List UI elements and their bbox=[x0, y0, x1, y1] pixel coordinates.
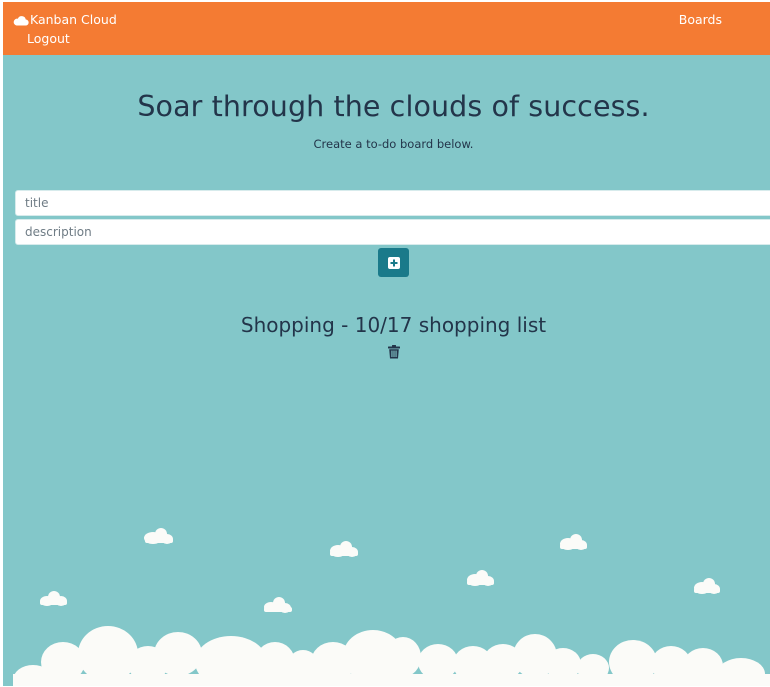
app-frame: Kanban Cloud Boards Logout Soar through … bbox=[3, 2, 770, 686]
small-cloud-icon bbox=[694, 578, 720, 594]
small-cloud-icon bbox=[330, 541, 358, 557]
clouds-decoration bbox=[13, 528, 770, 686]
small-cloud-icon bbox=[144, 528, 173, 544]
small-cloud-icon bbox=[467, 570, 494, 586]
small-cloud-icon bbox=[40, 591, 67, 606]
small-cloud-icon bbox=[560, 534, 587, 550]
cloud-bank bbox=[13, 626, 770, 686]
small-cloud-icon bbox=[264, 597, 292, 613]
